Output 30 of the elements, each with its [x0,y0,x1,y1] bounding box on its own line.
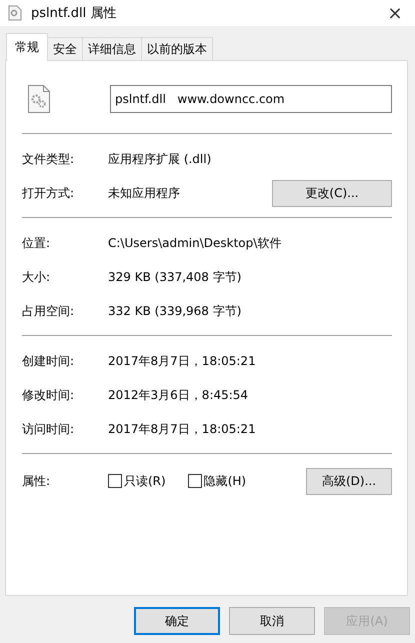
field-label: 访问时间: [22,420,76,438]
field-label: 修改时间: [22,386,76,404]
close-button[interactable]: × [375,2,415,24]
dialog-button[interactable]: 取消 [229,607,315,635]
field-value: 2017年8月7日，18:05:21 [108,420,257,438]
field-value: 应用程序扩展 (.dll) [108,150,212,168]
checkbox-label: 只读(R) [124,472,166,490]
field-label: 创建时间: [22,352,76,370]
field-value: 未知应用程序 [108,184,181,202]
field-value: C:\Users\admin\Desktop\软件 [108,234,282,252]
checkbox-label: 隐藏(H) [204,472,246,490]
field-label: 大小: [22,268,52,286]
checkbox[interactable] [108,474,122,488]
file-name-field[interactable]: pslntf.dll www.downcc.com [110,85,392,113]
tab[interactable]: 以前的版本 [141,37,213,60]
field-label: 打开方式: [22,184,76,202]
field-value: 329 KB (337,408 字节) [108,268,242,286]
field-label: 位置: [22,234,52,252]
change-button[interactable]: 更改(C)... [272,180,392,206]
tab[interactable]: 常规 [6,33,48,61]
dialog-button[interactable]: 确定 [134,607,220,635]
field-value: 2012年3月6日，8:45:54 [108,386,250,404]
field-label: 占用空间: [22,302,76,320]
field-label: 属性: [22,472,52,490]
field-value: 2017年8月7日，18:05:21 [108,352,257,370]
checkbox[interactable] [188,474,202,488]
advanced-button[interactable]: 高级(D)... [306,468,392,494]
window-title: pslntf.dll 属性 [31,5,116,22]
field-label: 文件类型: [22,150,76,168]
field-value: 332 KB (339,968 字节) [108,302,242,320]
